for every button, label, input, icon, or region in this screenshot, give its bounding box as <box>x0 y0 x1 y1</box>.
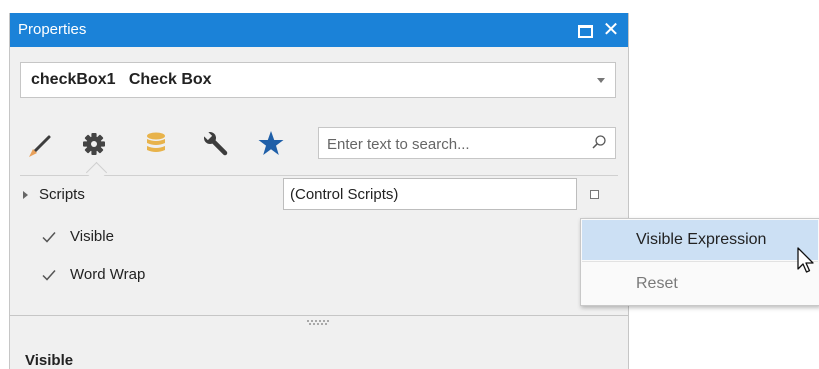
tab-strip-divider <box>20 175 618 176</box>
chevron-down-icon <box>597 78 605 83</box>
splitter-grip-icon[interactable] <box>307 320 331 326</box>
property-label-visible: Visible <box>70 228 114 245</box>
object-type: Check Box <box>128 71 212 88</box>
scripts-value: (Control Scripts) <box>290 186 399 203</box>
description-title: Visible <box>25 352 74 369</box>
expand-arrow-icon[interactable] <box>23 191 28 199</box>
mouse-cursor-icon <box>797 247 814 273</box>
close-icon[interactable]: ✕ <box>602 18 620 40</box>
menu-item-label: Reset <box>636 275 678 292</box>
description-splitter[interactable] <box>10 315 628 316</box>
object-selector-dropdown[interactable]: checkBox1 Check Box <box>20 62 616 98</box>
search-icon[interactable] <box>591 134 607 150</box>
property-label-scripts: Scripts <box>39 186 85 203</box>
menu-item-visible-expression[interactable]: Visible Expression <box>582 220 818 260</box>
menu-item-label: Visible Expression <box>636 231 767 248</box>
property-search-box[interactable] <box>318 127 616 159</box>
property-marker-icon[interactable] <box>590 190 599 199</box>
panel-title: Properties <box>18 21 87 38</box>
context-menu: Visible Expression Reset <box>580 218 819 306</box>
tab-appearance-brush-icon[interactable] <box>24 127 58 161</box>
checkbox-checked-icon[interactable] <box>41 229 57 245</box>
property-row-visible[interactable]: Visible <box>10 219 628 255</box>
object-name: checkBox1 Check Box <box>31 71 212 88</box>
tab-behavior-gear-icon[interactable] <box>77 127 111 161</box>
tab-layout-wrench-icon[interactable] <box>199 127 233 161</box>
scripts-value-field[interactable]: (Control Scripts) <box>283 178 577 210</box>
properties-panel: Properties ✕ checkBox1 Check Box Enter t… <box>9 13 629 369</box>
panel-title-bar[interactable]: Properties ✕ <box>10 13 628 47</box>
tab-data-database-icon[interactable] <box>139 127 173 161</box>
maximize-icon[interactable] <box>576 23 594 38</box>
search-input[interactable] <box>325 133 579 155</box>
property-label-word-wrap: Word Wrap <box>70 266 146 283</box>
checkbox-checked-icon[interactable] <box>41 267 57 283</box>
menu-separator <box>582 261 818 262</box>
property-row-word-wrap[interactable]: Word Wrap <box>10 257 628 293</box>
tab-favorites-star-icon[interactable] <box>254 127 288 161</box>
menu-item-reset[interactable]: Reset <box>582 264 818 304</box>
